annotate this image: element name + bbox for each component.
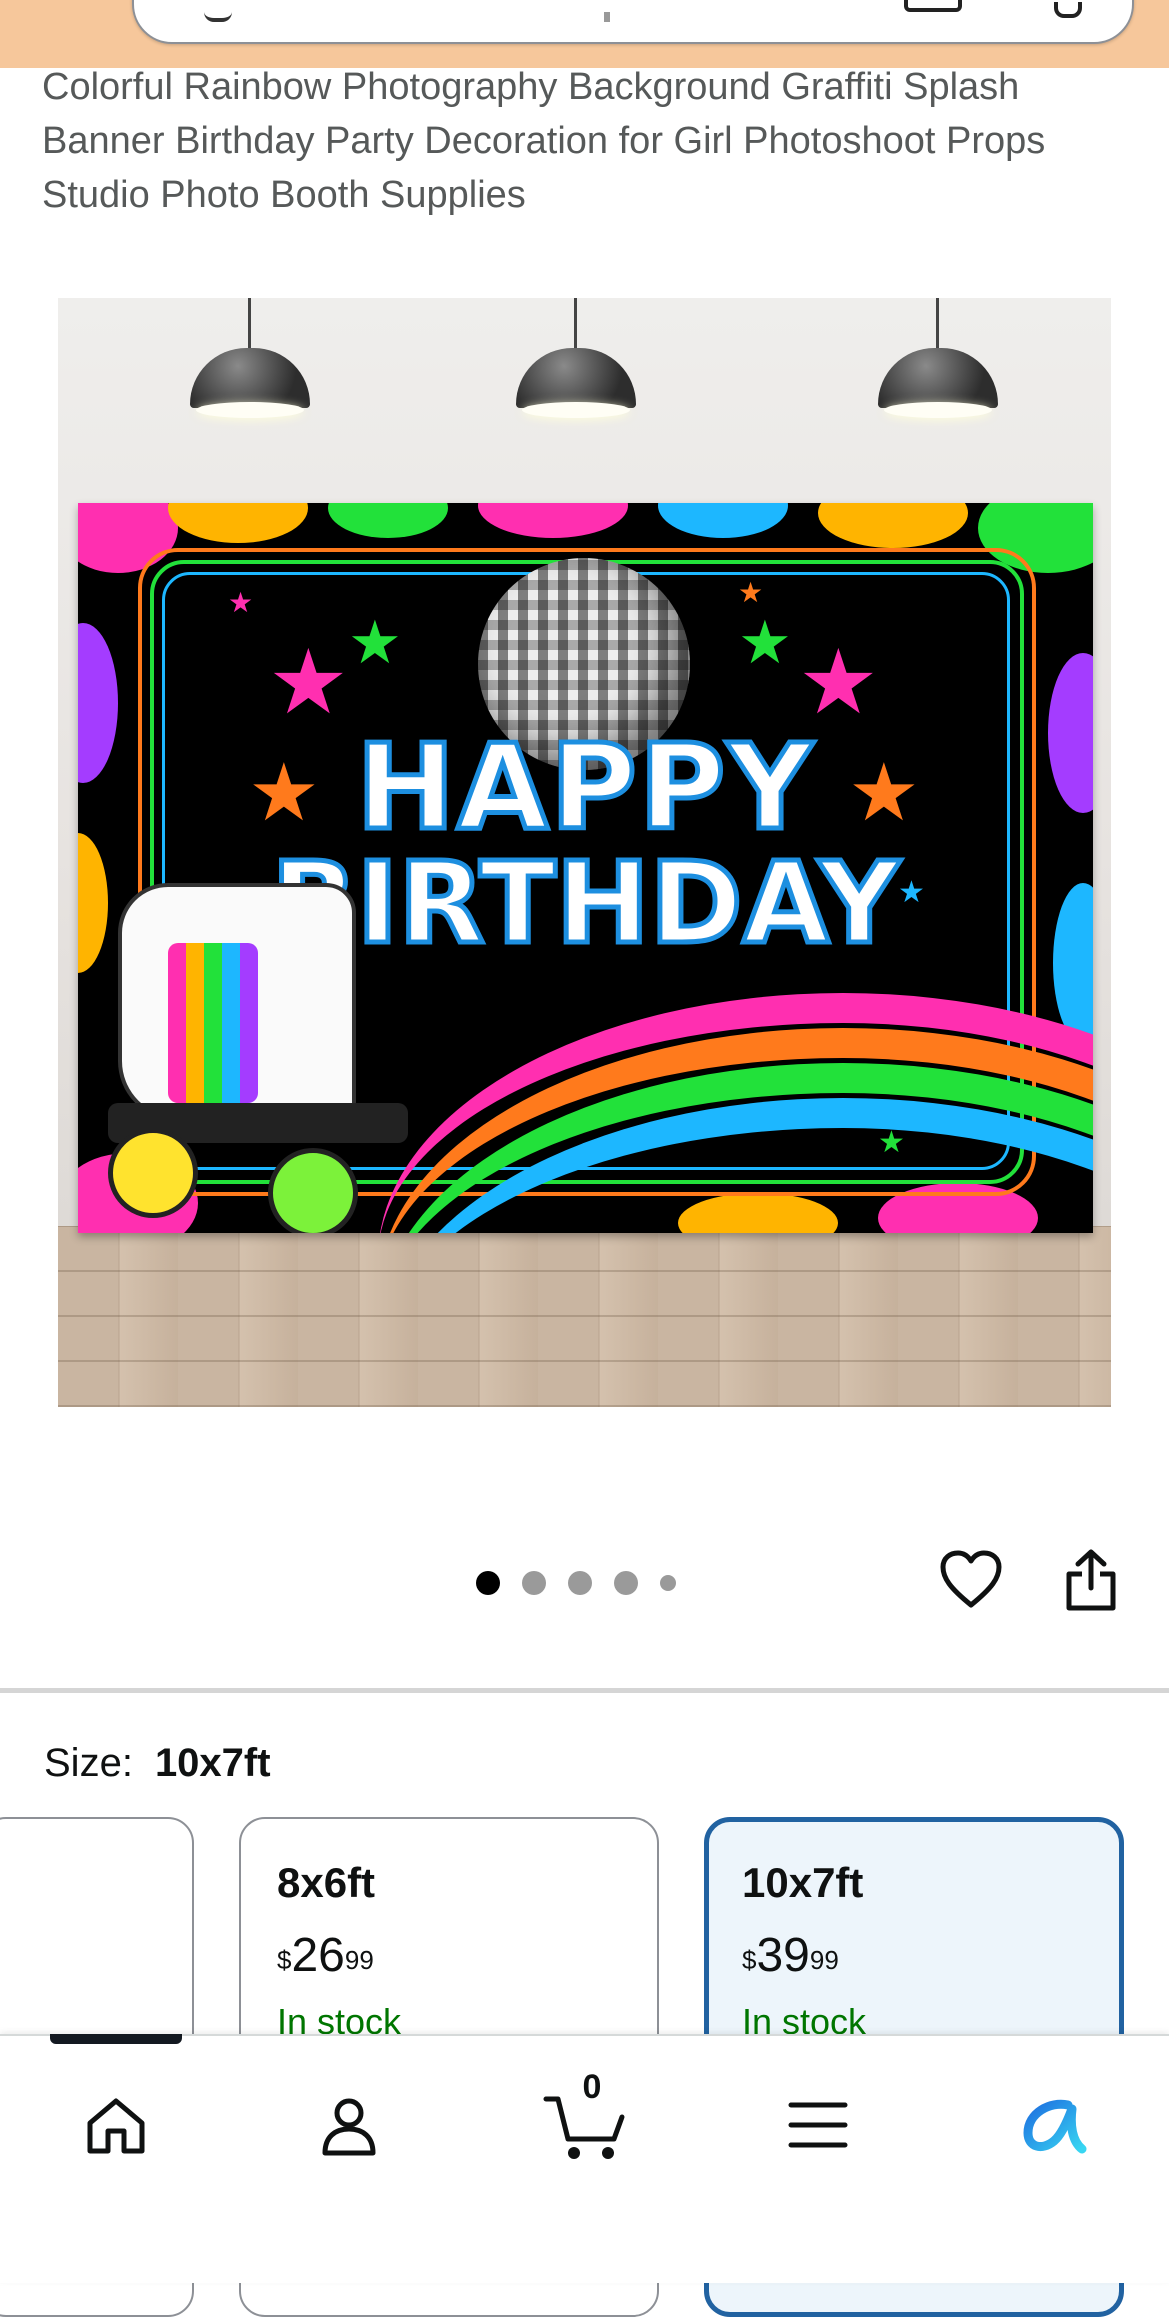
- microphone-icon[interactable]: [1054, 2, 1082, 18]
- nav-account-button[interactable]: [294, 2070, 404, 2180]
- roller-skate: [108, 883, 448, 1233]
- carousel-dot[interactable]: [660, 1575, 676, 1591]
- carousel-dot[interactable]: [568, 1571, 592, 1595]
- size-selector-label: Size: 10x7ft: [44, 1735, 271, 1791]
- birthday-banner: ★ ★ ★ ★ ★ ★ ★ ★ ★ ★ HAPPY BIRTHDAY: [78, 503, 1093, 1233]
- product-image[interactable]: ★ ★ ★ ★ ★ ★ ★ ★ ★ ★ HAPPY BIRTHDAY: [58, 298, 1111, 1407]
- ceiling-lamp: [516, 298, 636, 438]
- ceiling-lamp: [878, 298, 998, 438]
- carousel-dot[interactable]: [614, 1571, 638, 1595]
- image-carousel-dots[interactable]: [476, 1570, 676, 1596]
- search-icon: [204, 10, 232, 22]
- cart-count-badge: 0: [582, 2068, 602, 2106]
- nav-home-button[interactable]: [61, 2070, 171, 2180]
- section-divider: [0, 1688, 1169, 1693]
- search-box[interactable]: [132, 0, 1134, 44]
- size-label: Size:: [44, 1741, 133, 1785]
- nav-rufus-button[interactable]: [1000, 2070, 1110, 2180]
- size-option-price: $3999: [742, 1929, 839, 1982]
- nav-cart-button[interactable]: 0: [530, 2068, 640, 2180]
- top-header: [0, 0, 1169, 68]
- menu-icon: [788, 2102, 848, 2148]
- size-selected-value: 10x7ft: [154, 1741, 271, 1785]
- banner-text-happy: HAPPY: [354, 718, 816, 856]
- share-icon[interactable]: [1064, 1548, 1118, 1612]
- wood-floor: [58, 1226, 1111, 1407]
- search-text-fragment: [604, 12, 610, 22]
- nav-menu-button[interactable]: [763, 2070, 873, 2180]
- size-option-name: 10x7ft: [742, 1859, 864, 1906]
- active-tab-indicator: [50, 2034, 182, 2044]
- home-icon: [87, 2098, 145, 2154]
- ceiling-lamp: [190, 298, 310, 438]
- size-option-price: $2699: [277, 1929, 374, 1982]
- camera-icon[interactable]: [904, 0, 962, 12]
- carousel-dot[interactable]: [522, 1571, 546, 1595]
- size-option-name: 8x6ft: [277, 1859, 376, 1906]
- product-title: Colorful Rainbow Photography Background …: [42, 66, 1046, 216]
- rufus-icon: [1023, 2099, 1087, 2154]
- carousel-dot[interactable]: [476, 1571, 500, 1595]
- account-icon: [322, 2098, 376, 2156]
- heart-icon[interactable]: [940, 1550, 1002, 1610]
